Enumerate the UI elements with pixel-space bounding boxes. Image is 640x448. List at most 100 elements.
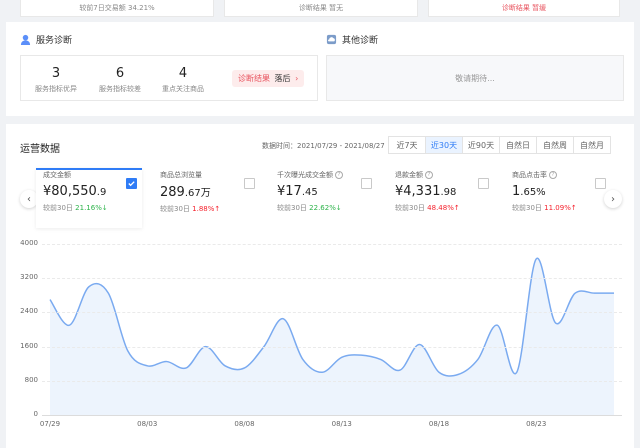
stat-excellent-value: 3	[51, 66, 61, 81]
top-card-right: 诊断结果 暂缓	[428, 0, 620, 17]
top-card-left: 较前7日交易额 34.21%	[20, 0, 214, 17]
metric-ctr-cmp-value: 11.09%	[544, 204, 571, 212]
metric-gmv-cmp-label: 较前30日	[43, 204, 73, 212]
stat-poor-label: 服务指标较差	[99, 85, 141, 93]
other-diag-header: 其他诊断	[326, 33, 378, 46]
stat-poor[interactable]: 6 服务指标较差	[92, 66, 148, 94]
tab-natural-month[interactable]: 自然月	[573, 136, 611, 154]
question-icon[interactable]: ?	[425, 171, 433, 179]
metric-gmv-value: ¥80,550	[43, 184, 97, 199]
metric-pv-cmp-value: 1.88%	[192, 205, 215, 213]
metric-ctr-name: 商品点击率	[512, 171, 547, 179]
y-tick-label: 3200	[20, 273, 38, 282]
metric-gpm-cmp-value: 22.62%	[309, 204, 336, 212]
tab-natural-week[interactable]: 自然周	[536, 136, 574, 154]
data-time-label: 数据时间：2021/07/29 - 2021/08/27	[262, 142, 385, 150]
other-diag-box: 敬请期待...	[326, 55, 624, 101]
diagnosis-result-button[interactable]: 诊断结果 落后 ›	[232, 70, 305, 87]
metric-ctr[interactable]: 商品点击率? 1.65% 较前30日 11.09%↑	[512, 170, 577, 222]
chevron-right-icon: ›	[611, 193, 615, 205]
top-card-left-text: 较前7日交易额 34.21%	[79, 4, 155, 12]
stat-focus-label: 重点关注商品	[162, 85, 204, 93]
question-icon[interactable]: ?	[549, 171, 557, 179]
metric-gmv-checkbox[interactable]	[126, 178, 137, 189]
gridline	[42, 415, 622, 416]
stat-focus-products[interactable]: 4 重点关注商品	[155, 66, 211, 94]
tab-30-days[interactable]: 近30天	[425, 136, 463, 154]
stat-poor-value: 6	[115, 66, 125, 81]
tab-7-days[interactable]: 近7天	[388, 136, 426, 154]
metric-gpm-checkbox[interactable]	[361, 178, 372, 189]
service-diag-title: 服务诊断	[36, 36, 73, 46]
metric-pv-cmp-label: 较前30日	[160, 205, 190, 213]
metric-refund-value-small: .98	[440, 187, 457, 198]
metric-refund[interactable]: 退款金额? ¥4,331.98 较前30日 48.48%↑	[395, 170, 460, 222]
metric-refund-name: 退款金额	[395, 171, 423, 179]
metric-pv-checkbox[interactable]	[244, 178, 255, 189]
metric-gmv-per-mille[interactable]: 千次曝光成交金额? ¥17.45 较前30日 22.62%↓	[277, 170, 343, 222]
top-card-right-text: 诊断结果 暂缓	[501, 4, 547, 12]
y-tick-label: 0	[33, 410, 38, 418]
user-heart-icon	[20, 34, 31, 45]
arrow-up-icon: ↑	[214, 205, 221, 213]
carousel-next-button[interactable]: ›	[604, 190, 622, 208]
metric-gmv-value-small: .9	[96, 187, 107, 198]
other-diag-placeholder: 敬请期待...	[455, 73, 495, 83]
metric-gpm-cmp-label: 较前30日	[277, 204, 307, 212]
gridline	[42, 380, 622, 382]
top-card-mid: 诊断结果 暂无	[224, 0, 418, 17]
arrow-up-icon: ↑	[453, 204, 460, 212]
metric-refund-cmp-label: 较前30日	[395, 204, 425, 212]
x-tick-label: 08/13	[331, 420, 352, 428]
metric-refund-checkbox[interactable]	[478, 178, 489, 189]
check-icon	[128, 181, 135, 187]
stat-excellent-label: 服务指标优异	[35, 85, 77, 93]
operations-title: 运营数据	[20, 144, 60, 155]
arrow-down-icon: ↓	[101, 204, 108, 212]
diag-result-label: 诊断结果	[238, 74, 270, 83]
stat-excellent[interactable]: 3 服务指标优异	[28, 66, 84, 94]
y-tick-label: 4000	[20, 239, 38, 247]
diag-result-value: 落后	[274, 74, 291, 83]
other-diag-title: 其他诊断	[342, 36, 379, 46]
chevron-left-icon: ‹	[27, 193, 31, 205]
period-tabs: 近7天 近30天 近90天 自然日 自然周 自然月	[388, 136, 611, 154]
x-tick-label: 08/18	[428, 420, 450, 428]
metric-pv-name: 商品总浏览量	[160, 171, 202, 179]
cloud-icon	[326, 34, 337, 45]
service-diag-header: 服务诊断	[20, 33, 72, 46]
gridline	[42, 346, 622, 348]
gridline	[42, 312, 622, 314]
metric-gpm-value: ¥17	[277, 184, 302, 199]
trend-chart	[0, 236, 640, 436]
gridline	[42, 278, 622, 280]
arrow-up-icon: ↑	[570, 204, 577, 212]
metric-pageviews[interactable]: 商品总浏览量 289.67万 较前30日 1.88%↑	[160, 170, 220, 222]
arrow-down-icon: ↓	[335, 204, 342, 212]
metric-gpm-value-small: .45	[301, 187, 318, 198]
x-tick-label: 07/29	[39, 420, 61, 428]
metric-ctr-checkbox[interactable]	[595, 178, 606, 189]
metric-gmv-cmp-value: 21.16%	[75, 204, 102, 212]
metric-refund-cmp-value: 48.48%	[427, 204, 454, 212]
chevron-right-icon: ›	[295, 74, 299, 83]
x-tick-label: 08/23	[526, 420, 547, 428]
metric-gmv[interactable]: 成交金额 ¥80,550.9 较前30日 21.16%↓	[43, 170, 108, 222]
metric-pv-value: 289	[160, 185, 185, 200]
x-tick-label: 08/08	[234, 420, 255, 428]
question-icon[interactable]: ?	[335, 171, 343, 179]
x-tick-label: 08/03	[137, 420, 158, 428]
y-tick-label: 800	[24, 375, 38, 384]
gridline	[42, 244, 622, 245]
metric-pv-value-small: .67万	[184, 188, 211, 199]
metric-refund-value: ¥4,331	[395, 184, 441, 199]
metric-gpm-name: 千次曝光成交金额	[277, 171, 333, 179]
y-tick-label: 1600	[20, 341, 38, 350]
tab-natural-day[interactable]: 自然日	[499, 136, 537, 154]
y-tick-label: 2400	[20, 307, 38, 316]
metric-ctr-cmp-label: 较前30日	[512, 204, 542, 212]
stat-focus-value: 4	[178, 66, 188, 81]
tab-90-days[interactable]: 近90天	[462, 136, 500, 154]
metric-gmv-name: 成交金额	[43, 171, 71, 179]
top-card-mid-text: 诊断结果 暂无	[298, 4, 344, 12]
